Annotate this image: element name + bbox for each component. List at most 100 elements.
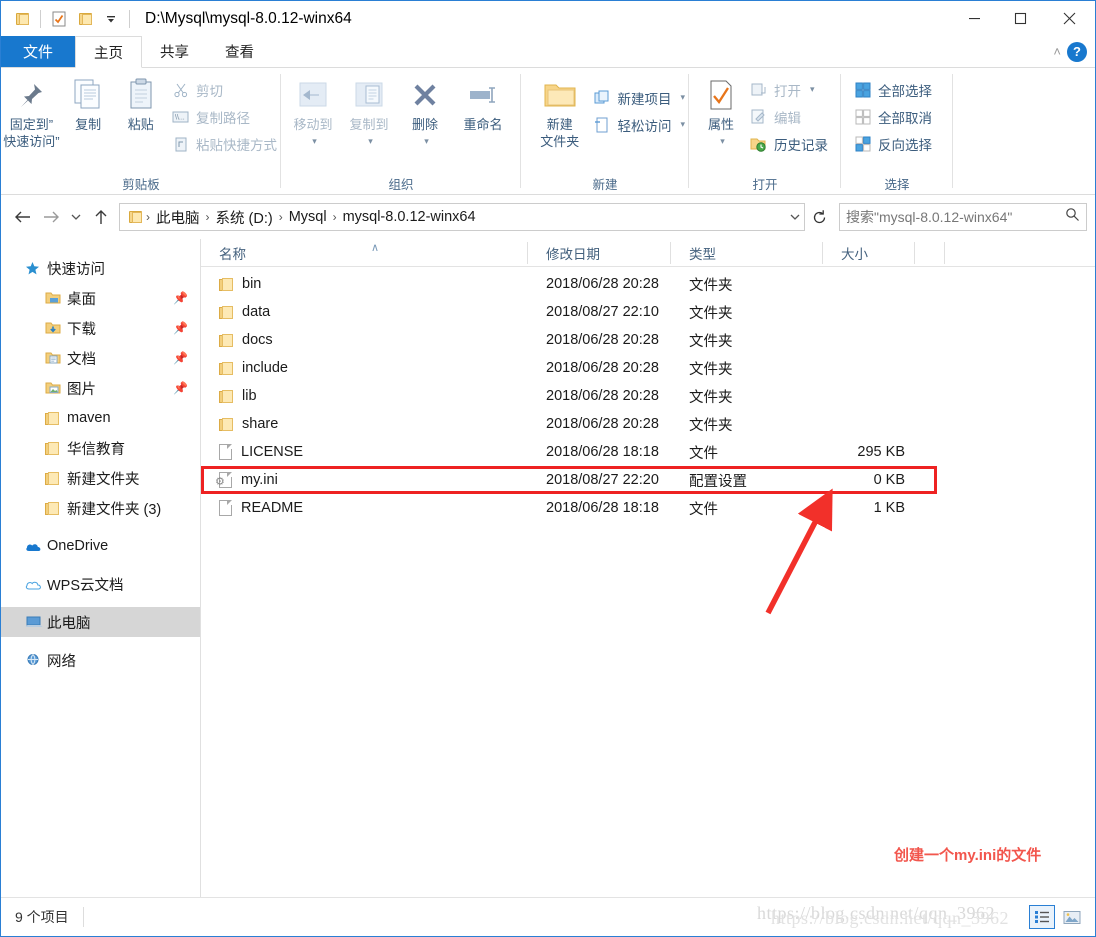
sidebar-label: 新建文件夹 (3)	[67, 501, 162, 518]
chevron-down-icon[interactable]: ▾	[720, 133, 725, 150]
sidebar-item-desktop[interactable]: 桌面 📌	[1, 283, 200, 313]
edit-button[interactable]: 编辑	[745, 103, 832, 130]
sidebar-item-maven[interactable]: maven	[1, 403, 200, 433]
back-arrow-icon[interactable]	[9, 203, 37, 231]
breadcrumb-dropdown-icon[interactable]	[788, 212, 802, 222]
table-row[interactable]: data 2018/08/27 22:10 文件夹	[201, 298, 1095, 326]
properties-icon[interactable]	[46, 6, 72, 32]
sidebar-item-new-folder[interactable]: 新建文件夹	[1, 463, 200, 493]
file-date-cell: 2018/08/27 22:20	[546, 472, 659, 488]
select-none-button[interactable]: 全部取消	[849, 103, 936, 130]
recent-locations-icon[interactable]	[65, 203, 87, 231]
pin-icon[interactable]: 📌	[173, 351, 188, 365]
history-button[interactable]: 历史记录	[745, 130, 832, 157]
sidebar-item-downloads[interactable]: 下载 📌	[1, 313, 200, 343]
new-folder-button[interactable]: 新建 文件夹	[531, 74, 588, 150]
table-row[interactable]: bin 2018/06/28 20:28 文件夹	[201, 270, 1095, 298]
table-row[interactable]: docs 2018/06/28 20:28 文件夹	[201, 326, 1095, 354]
sidebar-item-pictures[interactable]: 图片 📌	[1, 373, 200, 403]
folder-icon[interactable]	[9, 6, 35, 32]
pin-icon[interactable]: 📌	[173, 381, 188, 395]
table-row[interactable]: share 2018/06/28 20:28 文件夹	[201, 410, 1095, 438]
pin-to-quick-access-button[interactable]: 固定到” 快速访问”	[1, 74, 62, 150]
sidebar-item-huaxin[interactable]: 华信教育	[1, 433, 200, 463]
search-input[interactable]: 搜索"mysql-8.0.12-winx64"	[839, 203, 1087, 231]
thumbnails-view-icon[interactable]	[1059, 905, 1085, 929]
table-row[interactable]: LICENSE 2018/06/28 18:18 文件 295 KB	[201, 438, 1095, 466]
pin-icon[interactable]: 📌	[173, 321, 188, 335]
chevron-down-icon[interactable]: ▾	[680, 119, 685, 130]
tab-file[interactable]: 文件	[1, 36, 75, 67]
tab-share[interactable]: 共享	[142, 36, 207, 67]
sidebar-item-wps-cloud[interactable]: WPS云文档	[1, 569, 200, 599]
minimize-button[interactable]	[951, 1, 997, 36]
sidebar-label: 下载	[67, 321, 96, 338]
help-icon[interactable]: ?	[1067, 41, 1087, 62]
refresh-icon[interactable]	[805, 209, 833, 226]
column-label: 名称	[219, 246, 246, 262]
chevron-down-icon[interactable]: ▾	[368, 133, 373, 150]
breadcrumb[interactable]: › 此电脑 › 系统 (D:) › Mysql › mysql-8.0.12-w…	[119, 203, 805, 231]
copy-to-icon	[353, 74, 385, 116]
column-header-type[interactable]: 类型	[671, 239, 823, 267]
sidebar-item-documents[interactable]: 文档 📌	[1, 343, 200, 373]
breadcrumb-item-drive[interactable]: 系统 (D:)	[211, 207, 278, 228]
close-button[interactable]	[1043, 1, 1095, 36]
forward-arrow-icon[interactable]	[37, 203, 65, 231]
column-header-size[interactable]: 大小	[823, 239, 915, 267]
details-view-icon[interactable]	[1029, 905, 1055, 929]
table-row[interactable]: README 2018/06/28 18:18 文件 1 KB	[201, 494, 1095, 522]
table-row[interactable]: lib 2018/06/28 20:28 文件夹	[201, 382, 1095, 410]
new-item-button[interactable]: 新建项目 ▾	[588, 84, 689, 111]
sidebar-item-onedrive[interactable]: OneDrive	[1, 531, 200, 561]
maximize-button[interactable]	[997, 1, 1043, 36]
title-bar: D:\Mysql\mysql-8.0.12-winx64	[1, 1, 1095, 36]
delete-button[interactable]: 删除 ▾	[397, 74, 453, 150]
table-row[interactable]: include 2018/06/28 20:28 文件夹	[201, 354, 1095, 382]
copy-to-button[interactable]: 复制到 ▾	[341, 74, 397, 150]
sidebar-label: 华信教育	[67, 441, 125, 458]
file-explorer-window: D:\Mysql\mysql-8.0.12-winx64 文件 主页 共享 查看…	[0, 0, 1096, 937]
search-icon[interactable]	[1065, 207, 1080, 227]
open-button[interactable]: 打开 ▾	[745, 76, 832, 103]
pin-icon[interactable]: 📌	[173, 291, 188, 305]
file-name-cell: bin	[201, 276, 528, 292]
breadcrumb-item-current[interactable]: mysql-8.0.12-winx64	[338, 209, 481, 225]
chevron-down-icon[interactable]: ▾	[680, 92, 685, 103]
sidebar-item-quick-access[interactable]: 快速访问	[1, 253, 200, 283]
sidebar-item-new-folder-3[interactable]: 新建文件夹 (3)	[1, 493, 200, 523]
copy-path-button[interactable]: \\... 复制路径	[167, 103, 281, 130]
properties-button[interactable]: 属性 ▾	[697, 74, 745, 150]
rename-button[interactable]: 重命名	[453, 74, 513, 133]
column-header-name[interactable]: 名称 ∧	[201, 239, 528, 267]
breadcrumb-item-this-pc[interactable]: 此电脑	[151, 207, 205, 228]
up-arrow-icon[interactable]	[87, 203, 115, 231]
select-all-button[interactable]: 全部选择	[849, 76, 936, 103]
customize-dropdown-icon[interactable]	[98, 6, 124, 32]
paste-button[interactable]: 粘贴	[114, 74, 167, 133]
breadcrumb-item-mysql[interactable]: Mysql	[284, 209, 332, 225]
sidebar-item-this-pc[interactable]: 此电脑	[1, 607, 200, 637]
column-header-spacer	[915, 239, 945, 267]
tab-view[interactable]: 查看	[207, 36, 272, 67]
cut-button[interactable]: 剪切	[167, 76, 281, 103]
chevron-down-icon[interactable]: ▾	[810, 84, 815, 95]
sidebar-item-network[interactable]: 网络	[1, 645, 200, 675]
onedrive-icon	[25, 540, 47, 553]
copy-button[interactable]: 复制	[62, 74, 115, 133]
chevron-down-icon[interactable]: ▾	[312, 133, 317, 150]
column-header-date[interactable]: 修改日期	[528, 239, 671, 267]
table-row[interactable]: ⚙ my.ini 2018/08/27 22:20 配置设置 0 KB	[201, 466, 1095, 494]
move-to-button[interactable]: 移动到 ▾	[285, 74, 341, 150]
invert-selection-button[interactable]: 反向选择	[849, 130, 936, 157]
tab-home[interactable]: 主页	[75, 36, 142, 68]
chevron-up-icon[interactable]: ˄	[1053, 44, 1061, 59]
sidebar-label: OneDrive	[47, 538, 109, 554]
pin-label-line1: 固定到”	[9, 117, 54, 132]
paste-shortcut-button[interactable]: 粘贴快捷方式	[167, 130, 281, 157]
chevron-down-icon[interactable]: ▾	[424, 133, 429, 150]
new-folder-icon[interactable]	[72, 6, 98, 32]
file-date-cell: 2018/06/28 18:18	[546, 500, 659, 516]
easy-access-button[interactable]: 轻松访问 ▾	[588, 111, 689, 138]
network-icon	[25, 653, 47, 667]
